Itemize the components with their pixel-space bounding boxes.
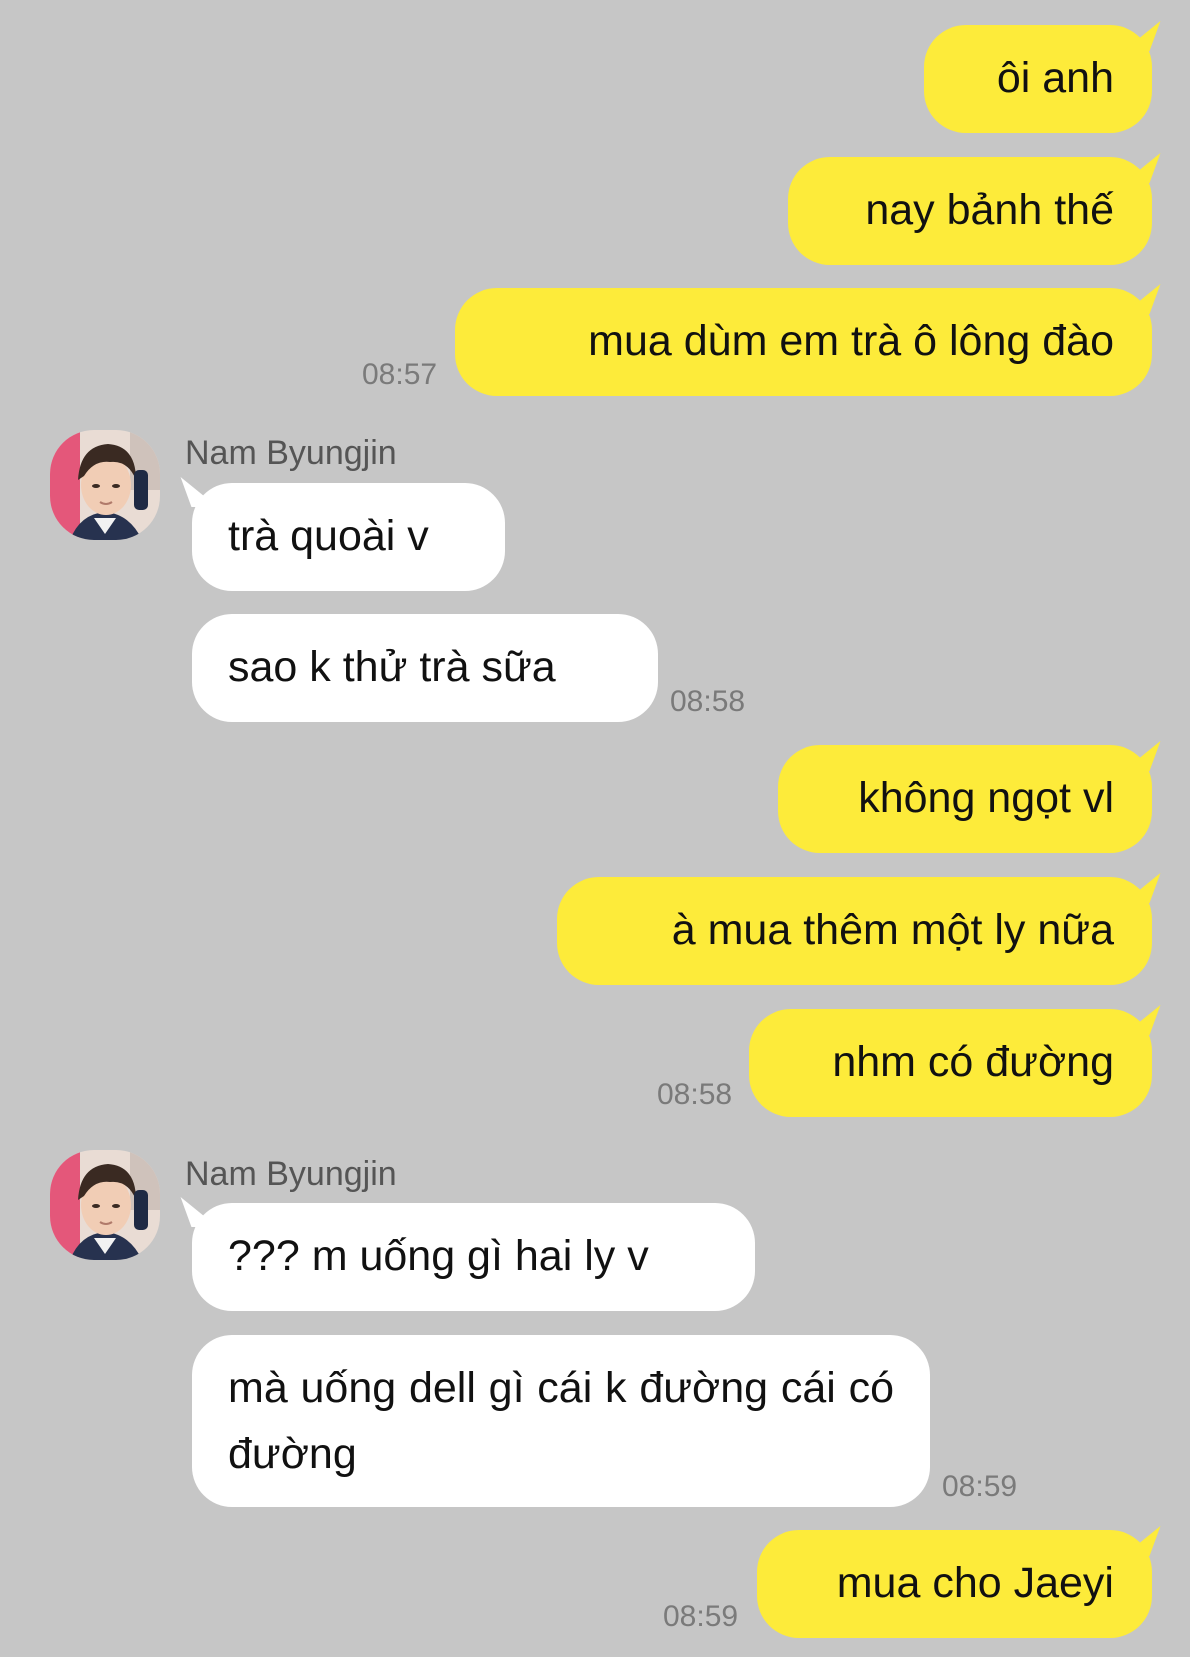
incoming-message[interactable]: trà quoài v <box>192 483 505 591</box>
sender-name: Nam Byungjin <box>185 1155 397 1193</box>
message-text: à mua thêm một ly nữa <box>671 906 1114 954</box>
message-text: ??? m uống gì hai ly v <box>228 1232 649 1280</box>
contact-avatar[interactable] <box>50 430 160 540</box>
message-text: mà uống dell gì cái k đường cái có đường <box>228 1364 894 1478</box>
message-timestamp: 08:59 <box>663 1600 739 1633</box>
message-timestamp: 08:58 <box>657 1078 733 1111</box>
outgoing-message[interactable]: không ngọt vl <box>778 745 1152 853</box>
outgoing-message[interactable]: nay bảnh thế <box>788 157 1152 265</box>
person-avatar-icon <box>50 1150 160 1260</box>
chat-area: ôi anh nay bảnh thế mua dùm em trà ô lôn… <box>0 0 1190 1657</box>
message-timestamp: 08:59 <box>942 1470 1018 1503</box>
incoming-message[interactable]: mà uống dell gì cái k đường cái có đường <box>192 1335 930 1507</box>
outgoing-message[interactable]: ôi anh <box>924 25 1152 133</box>
incoming-message[interactable]: sao k thử trà sữa <box>192 614 658 722</box>
message-timestamp: 08:57 <box>362 358 438 391</box>
person-avatar-icon <box>50 430 160 540</box>
outgoing-message[interactable]: nhm có đường <box>749 1009 1152 1117</box>
message-text: nay bảnh thế <box>865 186 1114 234</box>
message-text: nhm có đường <box>832 1038 1114 1086</box>
message-text: không ngọt vl <box>858 774 1114 822</box>
outgoing-message[interactable]: à mua thêm một ly nữa <box>557 877 1152 985</box>
message-text: mua cho Jaeyi <box>836 1559 1114 1607</box>
message-text: sao k thử trà sữa <box>228 643 556 691</box>
incoming-message[interactable]: ??? m uống gì hai ly v <box>192 1203 755 1311</box>
sender-name: Nam Byungjin <box>185 434 397 472</box>
message-timestamp: 08:58 <box>670 685 746 718</box>
message-text: ôi anh <box>996 54 1114 102</box>
contact-avatar[interactable] <box>50 1150 160 1260</box>
message-text: trà quoài v <box>228 512 429 560</box>
outgoing-message[interactable]: mua cho Jaeyi <box>757 1530 1152 1638</box>
message-text: mua dùm em trà ô lông đào <box>588 317 1114 365</box>
outgoing-message[interactable]: mua dùm em trà ô lông đào <box>455 288 1152 396</box>
